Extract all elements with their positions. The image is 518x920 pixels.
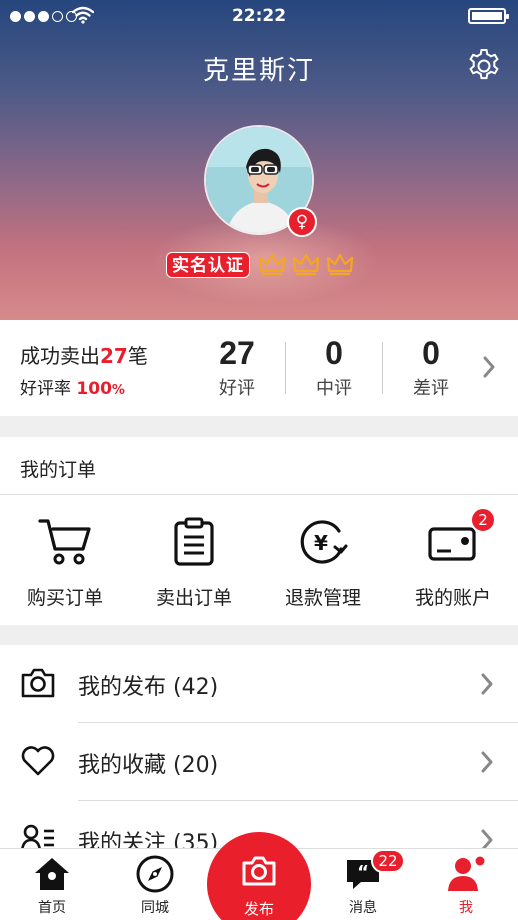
rating-label: 中评 bbox=[316, 378, 352, 399]
order-buy[interactable]: 购买订单 bbox=[1, 517, 129, 610]
rating-value: 0 bbox=[325, 335, 343, 371]
rate-label: 好评率 bbox=[20, 379, 71, 399]
positive-rate-text: 好评率 100% bbox=[20, 374, 125, 399]
rating-value: 0 bbox=[422, 335, 440, 371]
my-orders-section: 我的订单 购买订单 卖出订单 ¥ 退款管理 2 我的账户 bbox=[0, 437, 518, 625]
chevron-right-icon[interactable] bbox=[482, 356, 496, 378]
order-label: 退款管理 bbox=[284, 587, 361, 609]
cart-icon bbox=[38, 519, 91, 565]
notification-badge: 22 bbox=[371, 849, 405, 873]
tab-messages[interactable]: “ 22 消息 bbox=[323, 849, 405, 917]
camera-icon bbox=[242, 856, 276, 886]
order-account[interactable]: 2 我的账户 bbox=[389, 507, 517, 610]
user-icon bbox=[448, 856, 485, 891]
profile-name: 克里斯汀 bbox=[202, 56, 315, 86]
tab-label: 消息 bbox=[349, 900, 377, 916]
sold-prefix: 成功卖出 bbox=[20, 344, 100, 368]
notification-badge: 2 bbox=[470, 507, 496, 533]
menu-item-my-posts[interactable]: 我的发布 (42) bbox=[0, 645, 518, 723]
rating-summary[interactable]: 成功卖出27笔 好评率 100% 27 好评 0 中评 0 差评 bbox=[0, 320, 518, 416]
status-bar: 22:22 bbox=[0, 0, 518, 34]
order-refund[interactable]: ¥ 退款管理 bbox=[259, 517, 387, 610]
divider bbox=[0, 494, 518, 495]
chevron-right-icon bbox=[481, 751, 493, 773]
tab-label: 同城 bbox=[141, 900, 169, 916]
crown-rating bbox=[258, 252, 354, 276]
rating-value: 27 bbox=[219, 335, 255, 371]
profile-header: 22:22 克里斯汀 ♀ 实名认证 bbox=[0, 0, 518, 320]
rating-positive: 27 好评 bbox=[189, 334, 285, 400]
crown-icon bbox=[326, 253, 354, 276]
clipboard-icon bbox=[174, 517, 214, 566]
rating-label: 差评 bbox=[413, 378, 449, 399]
order-label: 卖出订单 bbox=[155, 587, 232, 609]
camera-icon bbox=[21, 668, 55, 698]
home-icon bbox=[35, 858, 69, 890]
verified-badge: 实名认证 bbox=[166, 252, 250, 278]
tab-nearby[interactable]: 同城 bbox=[115, 855, 195, 917]
status-time: 22:22 bbox=[231, 6, 287, 26]
compass-icon bbox=[136, 855, 174, 893]
rate-value: 100 bbox=[76, 379, 112, 399]
rating-neutral: 0 中评 bbox=[286, 334, 382, 400]
yen-refund-icon: ¥ bbox=[300, 520, 348, 564]
settings-gear-icon[interactable] bbox=[466, 48, 502, 84]
sold-count-text: 成功卖出27笔 bbox=[20, 340, 148, 369]
rating-label: 好评 bbox=[219, 378, 255, 399]
orders-section-title: 我的订单 bbox=[20, 459, 97, 481]
menu-list: 我的发布 (42) 我的收藏 (20) 我的关注 (35) bbox=[0, 645, 518, 856]
publish-label: 发布 bbox=[243, 900, 274, 918]
tab-home[interactable]: 首页 bbox=[12, 855, 92, 917]
chevron-right-icon bbox=[481, 673, 493, 695]
svg-text:“: “ bbox=[357, 862, 369, 883]
sold-suffix: 笔 bbox=[127, 344, 148, 368]
order-sell[interactable]: 卖出订单 bbox=[130, 517, 258, 610]
rating-negative: 0 差评 bbox=[383, 334, 479, 400]
tab-me[interactable]: 我 bbox=[426, 855, 506, 917]
order-label: 购买订单 bbox=[26, 587, 103, 609]
crown-icon bbox=[292, 253, 320, 276]
menu-label: 我的收藏 (20) bbox=[78, 753, 219, 778]
gender-female-badge: ♀ bbox=[287, 207, 317, 237]
menu-item-my-favorites[interactable]: 我的收藏 (20) bbox=[0, 723, 518, 801]
battery-icon bbox=[468, 8, 509, 24]
svg-text:¥: ¥ bbox=[314, 531, 328, 555]
tab-label: 首页 bbox=[38, 900, 66, 916]
menu-label: 我的发布 (42) bbox=[78, 675, 219, 700]
order-label: 我的账户 bbox=[414, 587, 491, 609]
crown-icon bbox=[258, 253, 286, 276]
rate-unit: % bbox=[111, 383, 125, 398]
sold-count: 27 bbox=[100, 344, 128, 368]
heart-icon bbox=[21, 746, 55, 776]
tab-label: 我 bbox=[459, 900, 473, 916]
